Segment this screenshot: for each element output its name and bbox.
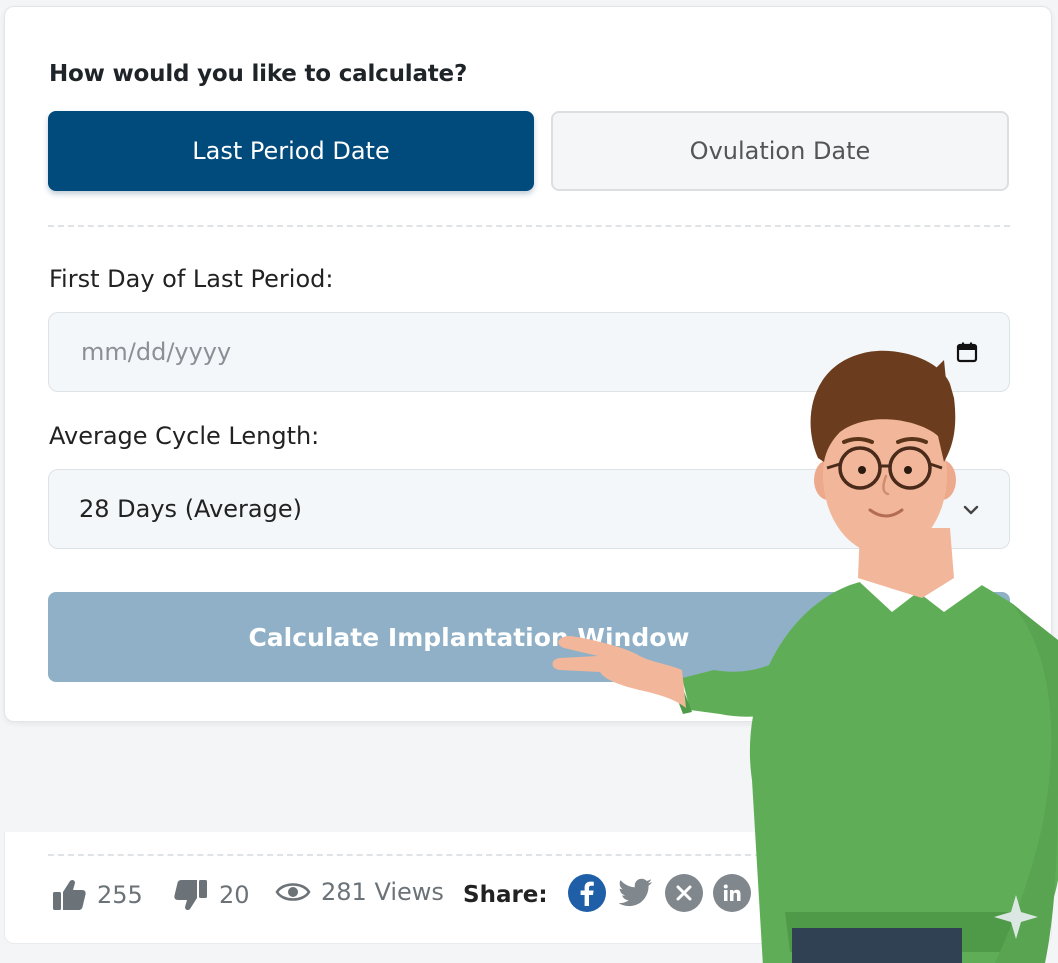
dislike-button[interactable]: 20 [173,878,250,912]
ovulation-date-button[interactable]: Ovulation Date [551,111,1009,191]
method-question: How would you like to calculate? [49,61,468,87]
like-count: 255 [97,881,143,909]
views-count: 281 Views [321,878,444,906]
cycle-length-value: 28 Days (Average) [79,495,302,523]
share-label: Share: [463,882,548,908]
last-period-date-button[interactable]: Last Period Date [48,111,534,191]
first-day-label: First Day of Last Period: [49,265,334,293]
eye-icon [275,883,311,901]
section-divider [48,225,1010,227]
thumbs-down-icon [174,880,207,911]
cycle-length-label: Average Cycle Length: [49,422,320,450]
like-button[interactable]: 255 [51,878,143,912]
dislike-count: 20 [219,881,250,909]
presenter-illustration [552,350,1058,963]
views-stat: 281 Views [275,878,444,906]
thumbs-up-icon [53,879,86,910]
